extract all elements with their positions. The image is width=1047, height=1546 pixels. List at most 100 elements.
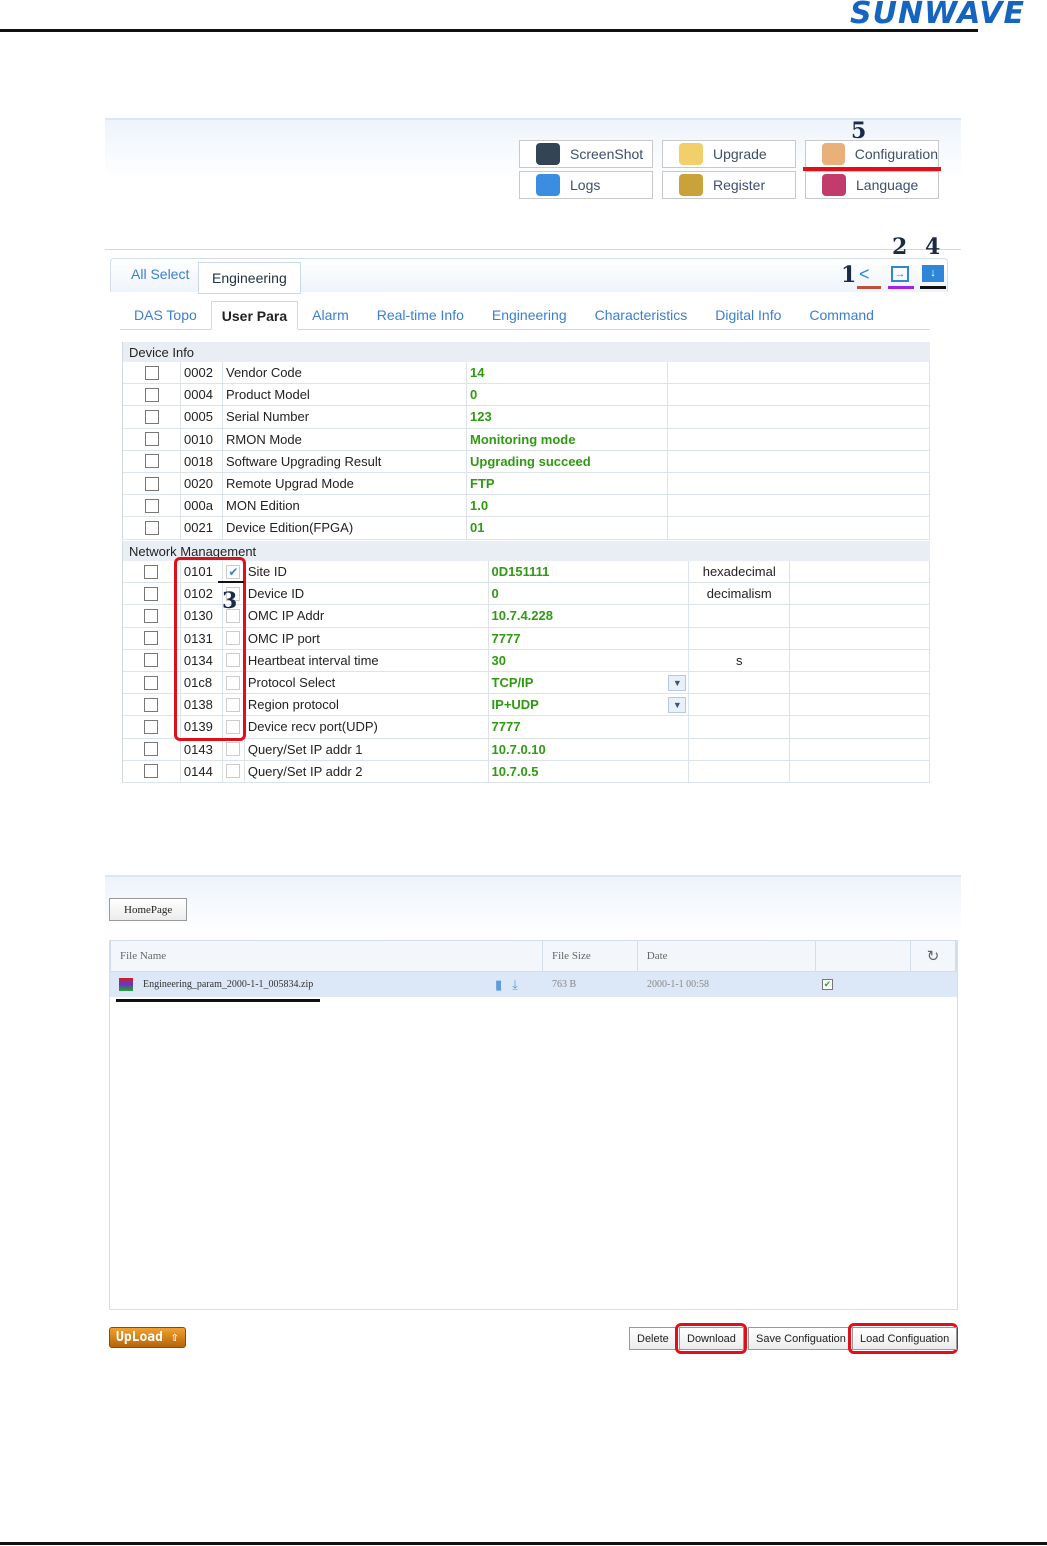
param-value-text: 10.7.4.228 (491, 608, 553, 624)
param-extra (668, 428, 930, 450)
row-checkbox[interactable] (144, 476, 159, 491)
row-checkbox[interactable] (144, 631, 159, 646)
all-select-tab[interactable]: All Select (131, 266, 189, 282)
param-value[interactable]: 10.7.0.10 (489, 738, 690, 760)
subtab-engineering[interactable]: Engineering (478, 307, 581, 329)
param-extra (790, 627, 930, 649)
upload-button[interactable]: UpLoad ⇧ (109, 1327, 186, 1348)
logs-button[interactable]: Logs (519, 171, 653, 199)
delete-icon[interactable]: ▮ (495, 977, 502, 993)
row-checkbox[interactable] (144, 387, 159, 402)
row-checkbox[interactable] (144, 742, 159, 757)
screenshot-button[interactable]: ScreenShot (519, 140, 653, 168)
param-value[interactable]: 0 (489, 583, 690, 605)
annotation-underline (920, 286, 946, 289)
refresh-icon[interactable]: ↻ (911, 941, 957, 971)
param-value[interactable]: IP+UDP ▼ (489, 694, 690, 716)
file-checkbox[interactable]: ✔ (822, 979, 833, 990)
param-value[interactable]: TCP/IP ▼ (489, 671, 690, 694)
param-extra (668, 450, 930, 472)
upgrade-button[interactable]: Upgrade (662, 140, 796, 168)
subtab-alarm[interactable]: Alarm (298, 307, 363, 329)
subtab-das-topo[interactable]: DAS Topo (120, 307, 211, 329)
checkbox-cell (123, 517, 181, 539)
annotation-underline (116, 999, 320, 1002)
col-file-name[interactable]: File Name (111, 941, 543, 971)
table-row: 0143 Query/Set IP addr 1 10.7.0.10 (123, 738, 930, 761)
row-checkbox[interactable] (144, 719, 159, 734)
row-checkbox[interactable] (144, 432, 159, 447)
col-file-size[interactable]: File Size (543, 941, 638, 971)
subtab-user-para[interactable]: User Para (210, 301, 299, 330)
subtab-command[interactable]: Command (795, 307, 888, 329)
row-checkbox[interactable] (144, 454, 159, 469)
lock-icon (679, 174, 703, 196)
row-checkbox[interactable] (144, 409, 159, 424)
param-unit (689, 671, 791, 694)
row-checkbox[interactable] (144, 608, 159, 623)
param-value[interactable]: 0 (467, 384, 668, 406)
file-name[interactable]: Engineering_param_2000-1-1_005834.zip (143, 979, 313, 990)
param-value-text: TCP/IP (491, 675, 534, 691)
param-extra (668, 384, 930, 406)
row-checkbox[interactable] (144, 520, 159, 535)
annotation-2: 2 (892, 234, 908, 260)
subtab-characteristics[interactable]: Characteristics (581, 307, 702, 329)
annotation-underline (888, 286, 914, 289)
archive-icon (119, 978, 133, 991)
param-value[interactable]: 30 (489, 649, 690, 671)
configuration-button[interactable]: Configuration (805, 140, 939, 168)
save-configuration-button[interactable]: Save Configuation (748, 1327, 854, 1350)
annotation-4: 4 (925, 234, 941, 260)
table-row: 0018 Software Upgrading Result Upgrading s… (123, 450, 930, 473)
file-row[interactable]: Engineering_param_2000-1-1_005834.zip ▮ ⤓… (110, 972, 957, 997)
param-value[interactable]: FTP (467, 472, 668, 495)
row-checkbox[interactable] (144, 675, 159, 690)
param-value-text: 7777 (491, 630, 521, 646)
subtab-digital-info[interactable]: Digital Info (701, 307, 795, 329)
language-button[interactable]: Language (805, 171, 939, 199)
param-checkbox[interactable] (226, 742, 241, 757)
chevron-down-icon[interactable]: ▼ (668, 696, 687, 713)
annotation-underline (218, 581, 244, 583)
download-icon[interactable]: ⤓ (512, 977, 518, 993)
chevron-down-icon[interactable]: ▼ (668, 674, 687, 691)
download-screen-icon[interactable]: ↓ (922, 265, 944, 282)
globe-clock-icon (536, 174, 560, 196)
param-value[interactable]: 10.7.0.5 (489, 760, 690, 782)
row-checkbox[interactable] (144, 586, 159, 601)
param-code: 0021 (181, 517, 223, 539)
homepage-button[interactable]: HomePage (109, 898, 188, 921)
export-icon[interactable]: → (891, 266, 909, 282)
row-checkbox[interactable] (144, 697, 159, 712)
register-button[interactable]: Register (662, 171, 796, 199)
checkbox-cell (123, 649, 181, 671)
param-value[interactable]: 10.7.4.228 (489, 605, 690, 627)
param-value[interactable]: 123 (467, 406, 668, 428)
share-icon[interactable]: < (859, 264, 870, 285)
row-checkbox[interactable] (144, 564, 159, 579)
param-value[interactable]: 14 (467, 362, 668, 384)
load-configuration-button[interactable]: Load Configuation (852, 1327, 958, 1350)
param-extra (790, 605, 930, 627)
row-checkbox[interactable] (144, 365, 159, 380)
param-value[interactable]: 7777 (489, 627, 690, 649)
param-value[interactable]: 1.0 (467, 495, 668, 517)
table-row: 000a MON Edition 1.0 (123, 495, 930, 518)
param-value[interactable]: 0D151111 (489, 561, 690, 583)
delete-button[interactable]: Delete (629, 1327, 677, 1350)
param-value[interactable]: 01 (467, 517, 668, 539)
engineering-tab[interactable]: Engineering (198, 262, 301, 294)
table-row: 0005 Serial Number 123 (123, 406, 930, 429)
row-checkbox[interactable] (144, 498, 159, 513)
row-checkbox[interactable] (144, 764, 159, 779)
subtab-real-time-info[interactable]: Real-time Info (363, 307, 478, 329)
param-extra (790, 561, 930, 583)
row-checkbox[interactable] (144, 653, 159, 668)
param-value[interactable]: Upgrading succeed (467, 450, 668, 472)
download-button[interactable]: Download (679, 1327, 744, 1350)
param-checkbox[interactable] (226, 764, 241, 779)
param-value[interactable]: 7777 (489, 716, 690, 738)
col-date[interactable]: Date (638, 941, 817, 971)
param-value[interactable]: Monitoring mode (467, 428, 668, 450)
